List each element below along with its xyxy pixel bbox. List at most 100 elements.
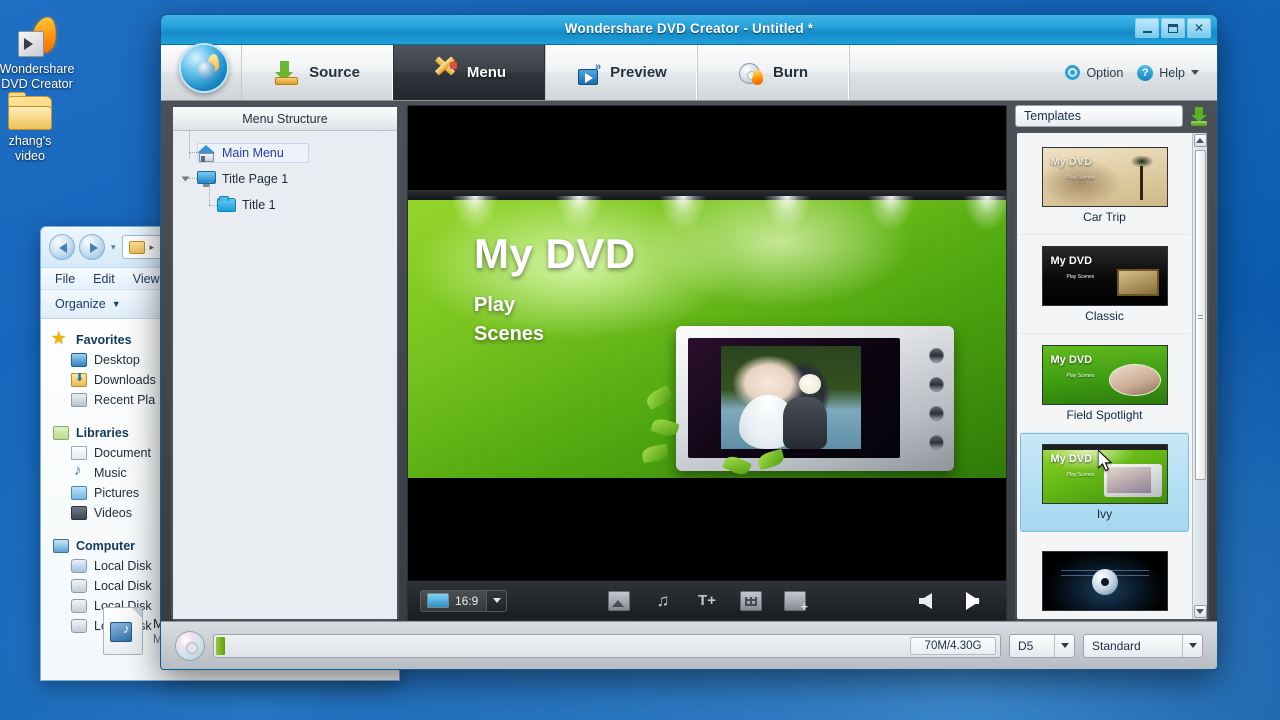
prev-arrow-icon[interactable] bbox=[919, 592, 932, 609]
image-icon[interactable] bbox=[608, 590, 630, 611]
scroll-up-button[interactable] bbox=[1193, 134, 1207, 147]
menu-title-text[interactable]: My DVD bbox=[474, 230, 636, 278]
document-icon bbox=[71, 446, 87, 460]
templates-category-select[interactable]: Templates bbox=[1015, 105, 1183, 127]
capacity-label: 70M/4.30G bbox=[910, 636, 996, 655]
templates-scrollbar[interactable] bbox=[1192, 133, 1207, 619]
disc-type-select[interactable]: D5 bbox=[1009, 633, 1075, 658]
nav-item-label: Videos bbox=[94, 506, 132, 520]
tab-source[interactable]: Source bbox=[241, 45, 393, 100]
menu-edit[interactable]: Edit bbox=[93, 272, 115, 286]
aspect-ratio-dropdown[interactable] bbox=[486, 590, 507, 611]
minimize-button[interactable] bbox=[1135, 18, 1159, 38]
lamp-glow bbox=[764, 196, 810, 230]
nav-item-label: Local Disk bbox=[94, 559, 152, 573]
template-item-next[interactable] bbox=[1020, 532, 1189, 619]
forward-button[interactable] bbox=[79, 234, 105, 260]
template-item-ivy[interactable]: My DVD Play Scenes Ivy bbox=[1020, 433, 1189, 532]
chevron-down-icon[interactable]: ▼ bbox=[112, 299, 121, 309]
template-thumbnail bbox=[1041, 551, 1168, 611]
add-chapter-icon[interactable] bbox=[784, 590, 808, 614]
scroll-down-button[interactable] bbox=[1193, 605, 1207, 618]
tree-node-main-menu[interactable]: Main Menu bbox=[179, 130, 397, 166]
mp4-file-icon bbox=[103, 607, 143, 655]
template-item-classic[interactable]: My DVD Play Scenes Classic bbox=[1020, 235, 1189, 334]
tab-preview[interactable]: » Preview bbox=[545, 45, 697, 100]
menu-button-scenes[interactable]: Scenes bbox=[474, 323, 544, 346]
tree-node-title-1[interactable]: Title 1 bbox=[179, 181, 397, 218]
download-templates-icon[interactable] bbox=[1189, 106, 1209, 126]
capacity-bar: 70M/4.30G bbox=[213, 633, 1001, 658]
tree-node-title-page-1[interactable]: Title Page 1 bbox=[179, 166, 397, 192]
menu-view[interactable]: View bbox=[133, 272, 160, 286]
clapperboard-play-icon: » bbox=[575, 61, 601, 85]
text-add-icon[interactable]: T+ bbox=[696, 591, 718, 611]
template-item-field-spotlight[interactable]: My DVD Play Scenes Field Spotlight bbox=[1020, 334, 1189, 433]
disc-type-value: D5 bbox=[1018, 638, 1034, 653]
nav-group-label: Computer bbox=[76, 538, 136, 553]
disc-flame-icon bbox=[738, 61, 764, 85]
scrollbar-thumb[interactable] bbox=[1194, 150, 1206, 480]
tab-burn[interactable]: Burn bbox=[697, 45, 849, 100]
knob-icon bbox=[929, 348, 944, 363]
template-thumb-sub: Play Scenes bbox=[1066, 273, 1095, 280]
template-thumb-sub: Play Scenes bbox=[1066, 472, 1095, 478]
chevron-down-icon bbox=[1191, 70, 1199, 75]
aspect-ratio-selector[interactable]: 16:9 bbox=[420, 589, 508, 612]
template-thumb-title: My DVD bbox=[1050, 353, 1093, 366]
main-toolbar: Source Menu » Preview Burn Option ? Help bbox=[161, 43, 1217, 101]
close-button[interactable]: ✕ bbox=[1187, 18, 1211, 38]
menu-file[interactable]: File bbox=[55, 272, 75, 286]
music-note-icon[interactable]: ♫ bbox=[652, 591, 674, 611]
window-controls: ✕ bbox=[1135, 18, 1211, 38]
wondershare-dvd-creator-window: Wondershare DVD Creator - Untitled * ✕ S… bbox=[160, 14, 1218, 670]
templates-panel: Templates My DVD Play Scenes Car Trip My… bbox=[1015, 105, 1209, 621]
music-icon bbox=[71, 462, 87, 480]
template-thumbnail: My DVD Play Scenes bbox=[1041, 344, 1168, 405]
libraries-icon bbox=[53, 425, 69, 440]
menu-canvas[interactable]: My DVD Play Scenes bbox=[408, 106, 1006, 580]
chevron-down-icon[interactable]: ▾ bbox=[111, 242, 116, 253]
template-name: Car Trip bbox=[1083, 209, 1126, 224]
template-name: Classic bbox=[1085, 308, 1124, 323]
option-button[interactable]: Option bbox=[1065, 65, 1123, 80]
quality-select[interactable]: Standard bbox=[1083, 633, 1203, 658]
tree-node-label: Title Page 1 bbox=[222, 172, 289, 186]
lamp-glow bbox=[452, 196, 498, 230]
template-name: Ivy bbox=[1096, 507, 1113, 521]
thumbnail-grid-icon[interactable] bbox=[740, 590, 762, 611]
local-disk-icon bbox=[71, 599, 87, 613]
menu-preview-panel: My DVD Play Scenes 16:9 ♫ T+ + bbox=[407, 105, 1007, 621]
template-thumb-title: My DVD bbox=[1050, 453, 1093, 465]
tree-line bbox=[189, 178, 197, 179]
back-button[interactable] bbox=[49, 234, 75, 260]
disc-icon bbox=[175, 630, 205, 661]
templates-label: Templates bbox=[1024, 109, 1081, 123]
download-tray-icon bbox=[274, 60, 300, 85]
option-label: Option bbox=[1086, 65, 1124, 80]
chevron-down-icon[interactable] bbox=[1054, 634, 1074, 657]
home-icon bbox=[197, 144, 216, 162]
preview-toolbar: 16:9 ♫ T+ bbox=[408, 580, 1006, 620]
desktop-icon-wondershare-dvd-creator[interactable]: Wondershare DVD Creator bbox=[0, 15, 92, 92]
organize-button[interactable]: Organize bbox=[55, 297, 106, 311]
menu-background-art: My DVD Play Scenes bbox=[408, 190, 1006, 478]
videos-icon bbox=[71, 506, 87, 520]
desktop-icon-label-line2: video bbox=[15, 149, 45, 163]
next-arrow-icon[interactable] bbox=[966, 591, 980, 610]
local-disk-icon bbox=[71, 559, 87, 573]
nav-group-label: Libraries bbox=[76, 425, 129, 440]
maximize-button[interactable] bbox=[1161, 18, 1185, 38]
menu-button-play[interactable]: Play bbox=[474, 294, 515, 317]
nav-item-label: Document bbox=[94, 446, 151, 460]
help-label: Help bbox=[1159, 65, 1185, 80]
template-thumb-title: My DVD bbox=[1050, 254, 1093, 267]
chevron-down-icon[interactable] bbox=[1182, 634, 1202, 657]
downloads-icon bbox=[71, 371, 87, 387]
help-button[interactable]: ? Help bbox=[1137, 64, 1199, 81]
chevron-right-icon: ▸ bbox=[149, 241, 155, 252]
folder-icon bbox=[128, 240, 145, 254]
tab-menu[interactable]: Menu bbox=[393, 45, 545, 100]
desktop-icon-zhangs-video[interactable]: zhang's video bbox=[0, 92, 85, 164]
template-item-car-trip[interactable]: My DVD Play Scenes Car Trip bbox=[1020, 136, 1189, 235]
